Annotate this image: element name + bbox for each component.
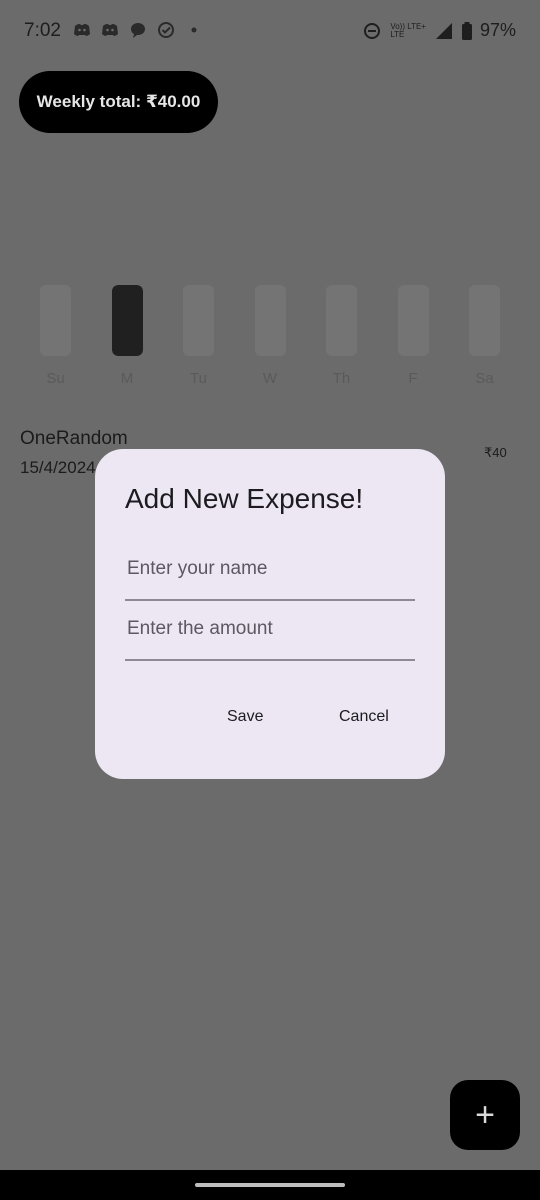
dot-icon xyxy=(191,27,197,33)
amount-input[interactable] xyxy=(125,617,419,641)
amount-field-wrapper xyxy=(125,609,419,661)
bar-su xyxy=(40,285,71,356)
add-expense-dialog: Add New Expense! Save Cancel xyxy=(95,449,445,779)
expense-amount: ₹40 xyxy=(484,445,507,460)
bar-tu xyxy=(183,285,214,356)
day-label-w: W xyxy=(262,370,278,387)
day-label-f: F xyxy=(408,370,418,387)
discord-icon xyxy=(74,24,90,36)
signal-icon xyxy=(435,22,452,39)
weekly-bar-chart: Su M Tu W Th F Sa xyxy=(0,280,540,390)
network-label: Vo)) LTE+ LTE xyxy=(390,22,426,39)
weekly-total-badge: Weekly total: ₹40.00 xyxy=(19,71,218,133)
bar-w xyxy=(254,285,286,356)
expense-date: 15/4/2024 xyxy=(20,458,96,477)
dialog-title: Add New Expense! xyxy=(125,483,364,514)
home-gesture-handle[interactable] xyxy=(195,1183,345,1187)
day-label-tu: Tu xyxy=(190,370,207,387)
save-button[interactable]: Save xyxy=(221,707,269,727)
system-icons: Vo)) LTE+ LTE 97% xyxy=(362,20,516,41)
add-expense-button[interactable]: + xyxy=(450,1080,520,1150)
day-label-m: M xyxy=(120,370,134,387)
network-bottom-label: LTE xyxy=(390,29,405,39)
bar-fill-m xyxy=(111,285,143,356)
name-field-wrapper xyxy=(125,549,419,601)
bar-sa xyxy=(469,285,500,356)
cancel-button[interactable]: Cancel xyxy=(333,707,395,727)
status-bar: 7:02 Vo)) LTE+ LTE 97% xyxy=(0,0,540,62)
notification-icons xyxy=(72,20,204,40)
day-label-su: Su xyxy=(46,370,65,387)
navigation-bar xyxy=(0,1170,540,1200)
day-label-sa: Sa xyxy=(475,370,494,387)
discord-icon xyxy=(102,24,118,36)
name-input[interactable] xyxy=(125,557,419,581)
check-circle-icon xyxy=(158,22,174,38)
bar-th xyxy=(326,285,357,356)
bar-m xyxy=(111,285,143,356)
battery-percent: 97% xyxy=(479,20,516,40)
status-time: 7:02 xyxy=(24,20,61,41)
plus-icon: + xyxy=(475,1095,495,1134)
do-not-disturb-icon xyxy=(364,22,381,39)
chat-bubble-icon xyxy=(131,23,145,38)
day-label-th: Th xyxy=(332,370,351,387)
battery-icon xyxy=(461,21,472,40)
bar-f xyxy=(397,285,429,356)
weekly-total-text: Weekly total: ₹40.00 xyxy=(36,92,201,111)
expense-name: OneRandom xyxy=(20,428,128,449)
